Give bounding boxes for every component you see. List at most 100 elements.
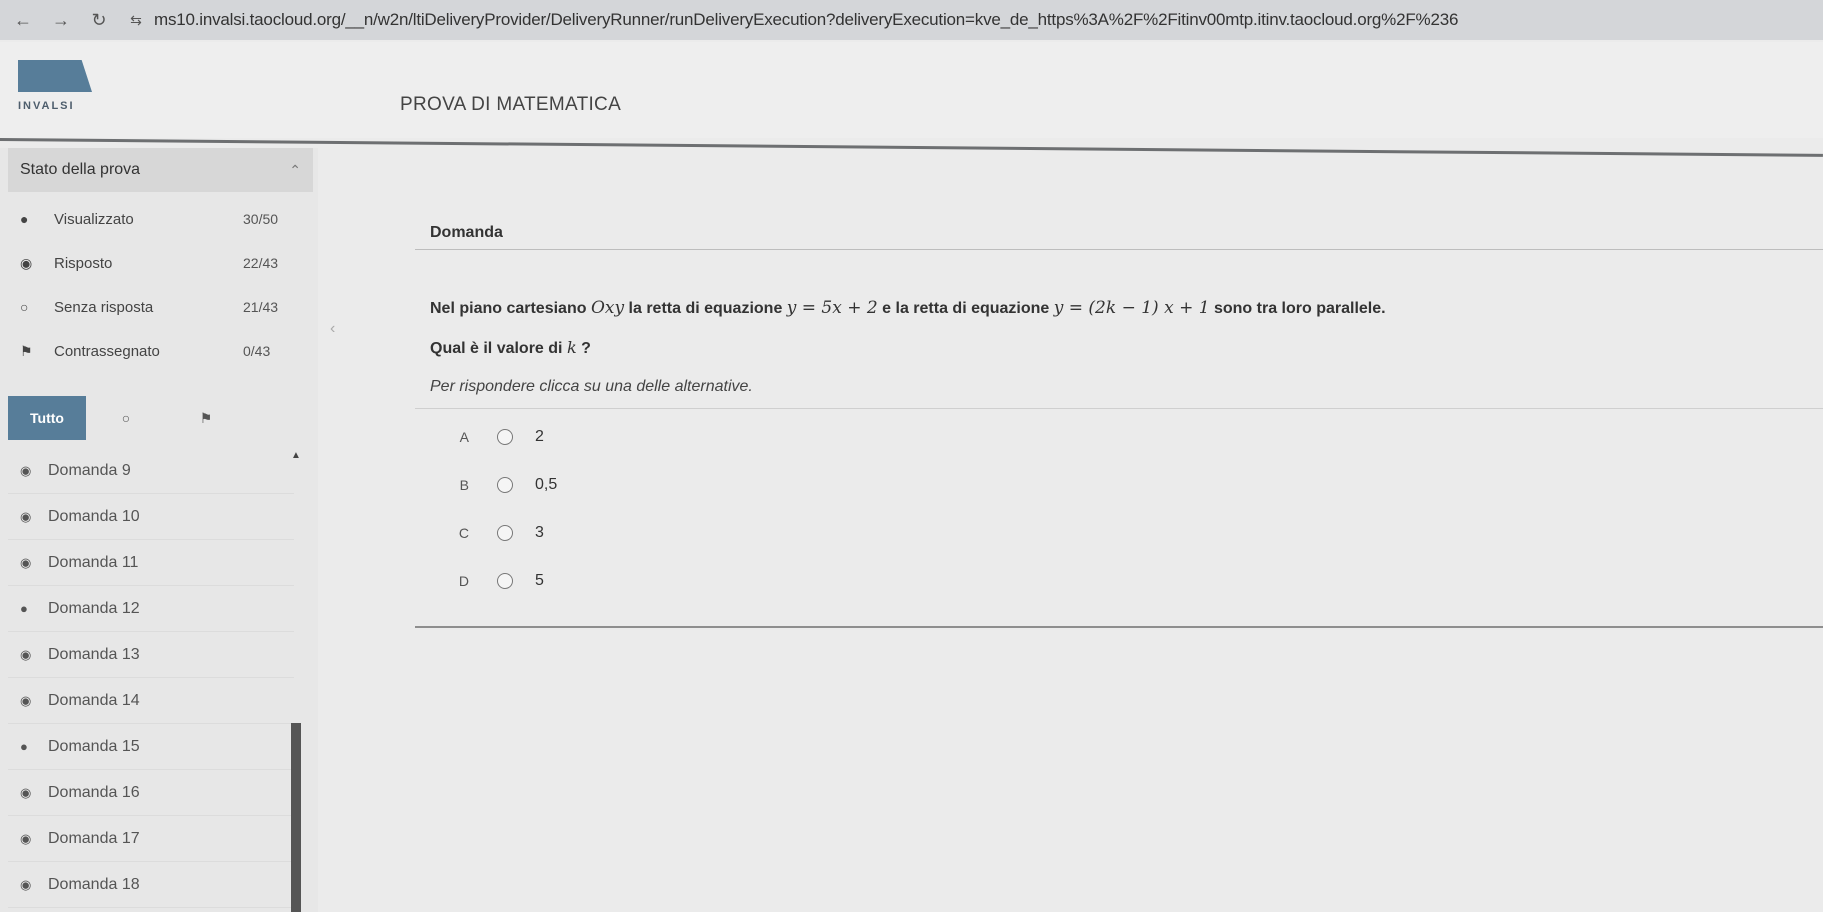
text-segment: Qual è il valore di: [430, 340, 567, 357]
status-label: Contrassegnato: [54, 342, 160, 360]
status-flagged: ⚑ Contrassegnato 0/43: [8, 330, 313, 372]
option-letter: C: [458, 525, 469, 541]
question-text: Nel piano cartesiano Oxy la retta di equ…: [430, 298, 1386, 318]
filled-dot-icon: ●: [20, 211, 29, 227]
forward-arrow-icon[interactable]: →: [42, 0, 80, 40]
answered-icon: ◉: [20, 692, 32, 708]
option-value: 2: [535, 428, 544, 445]
address-bar[interactable]: ms10.invalsi.taocloud.org/__n/w2n/ltiDel…: [154, 10, 1823, 30]
question-label: Domanda 12: [48, 599, 140, 617]
question-label: Domanda 9: [48, 461, 131, 479]
question-label: Domanda 18: [48, 875, 140, 893]
status-count: 22/43: [243, 255, 279, 271]
question-prompt: Qual è il valore di k ?: [430, 338, 591, 358]
status-count: 0/43: [243, 343, 271, 359]
filter-flagged-button[interactable]: ⚑: [166, 396, 246, 440]
page-title: PROVA DI MATEMATICA: [400, 94, 622, 115]
status-label: Senza risposta: [54, 298, 154, 316]
status-label: Visualizzato: [54, 210, 134, 228]
math-equation-1: y = 5x + 2: [786, 298, 878, 318]
chevron-up-icon[interactable]: ⌃: [289, 162, 301, 179]
status-panel-header[interactable]: Stato della prova ⌃: [8, 148, 313, 192]
answer-option-b[interactable]: B 0,5: [415, 463, 1823, 507]
invalsi-logo: [18, 60, 92, 92]
question-item-10[interactable]: ◉ Domanda 10: [8, 494, 294, 540]
collapse-sidebar-icon[interactable]: ‹: [330, 320, 335, 338]
answered-icon: ◉: [20, 646, 32, 662]
answered-icon: ◉: [20, 254, 33, 271]
question-label: Domanda 13: [48, 645, 140, 663]
math-axes: Oxy: [590, 298, 625, 318]
filter-all-button[interactable]: Tutto: [8, 396, 86, 440]
question-item-15[interactable]: ● Domanda 15: [8, 724, 294, 770]
option-letter: B: [459, 477, 469, 493]
text-segment: ?: [576, 340, 591, 357]
radio-button[interactable]: [497, 573, 513, 589]
answered-icon: ◉: [20, 554, 32, 570]
filled-dot-icon: ●: [20, 601, 28, 616]
option-letter: A: [459, 429, 469, 445]
question-heading: Domanda: [430, 224, 503, 241]
answer-options: A 2 B 0,5 C 3 D 5: [415, 408, 1823, 628]
site-settings-icon[interactable]: ⇆: [118, 12, 154, 29]
flag-icon: ⚑: [20, 342, 33, 359]
question-item-17[interactable]: ◉ Domanda 17: [8, 816, 294, 862]
text-segment: e la retta di equazione: [877, 300, 1054, 317]
status-panel-title: Stato della prova: [20, 161, 141, 178]
question-item-18[interactable]: ◉ Domanda 18: [8, 862, 294, 908]
status-count: 30/50: [243, 211, 279, 227]
answered-icon: ◉: [20, 830, 32, 846]
math-equation-2: y = (2k − 1) x + 1: [1053, 298, 1210, 318]
empty-circle-icon: ○: [121, 410, 131, 426]
math-variable: k: [566, 338, 577, 357]
answered-icon: ◉: [20, 784, 32, 800]
text-segment: Nel piano cartesiano: [430, 300, 591, 317]
test-sidebar: Stato della prova ⌃ ● Visualizzato 30/50…: [0, 148, 318, 912]
answer-option-a[interactable]: A 2: [415, 415, 1823, 459]
empty-circle-icon: ○: [20, 299, 29, 315]
filter-unanswered-button[interactable]: ○: [86, 396, 166, 440]
answer-option-c[interactable]: C 3: [415, 511, 1823, 555]
status-answered: ◉ Risposto 22/43: [8, 242, 313, 284]
question-label: Domanda 16: [48, 783, 140, 801]
option-value: 0,5: [535, 476, 558, 493]
option-letter: D: [458, 573, 469, 589]
status-count: 21/43: [243, 299, 279, 315]
status-unanswered: ○ Senza risposta 21/43: [8, 286, 313, 328]
filter-tabs: Tutto ○ ⚑: [8, 396, 313, 440]
question-label: Domanda 15: [48, 737, 140, 755]
status-viewed: ● Visualizzato 30/50: [8, 198, 313, 240]
radio-button[interactable]: [497, 429, 513, 445]
question-item-11[interactable]: ◉ Domanda 11: [8, 540, 294, 586]
question-item-16[interactable]: ◉ Domanda 16: [8, 770, 294, 816]
answered-icon: ◉: [20, 508, 32, 524]
answer-instruction: Per rispondere clicca su una delle alter…: [430, 378, 753, 395]
option-value: 3: [535, 524, 544, 541]
answer-option-d[interactable]: D 5: [415, 559, 1823, 603]
status-label: Risposto: [54, 254, 113, 272]
radio-button[interactable]: [497, 525, 513, 541]
question-label: Domanda 10: [48, 507, 140, 525]
filled-dot-icon: ●: [20, 739, 28, 754]
answered-icon: ◉: [20, 876, 32, 892]
question-item-13[interactable]: ◉ Domanda 13: [8, 632, 294, 678]
reload-icon[interactable]: ↻: [80, 0, 118, 40]
app-header: INVALSI PROVA DI MATEMATICA: [0, 42, 1823, 138]
question-list: ◉ Domanda 9 ◉ Domanda 10 ◉ Domanda 11 ● Doma…: [8, 448, 294, 908]
radio-button[interactable]: [497, 477, 513, 493]
sidebar-scrollbar[interactable]: [291, 723, 301, 912]
logo-text: INVALSI: [18, 100, 75, 112]
scroll-up-icon[interactable]: ▲: [291, 450, 301, 461]
back-arrow-icon[interactable]: ←: [4, 0, 42, 40]
question-item-12[interactable]: ● Domanda 12: [8, 586, 294, 632]
text-segment: la retta di equazione: [624, 300, 787, 317]
answered-icon: ◉: [20, 462, 32, 478]
question-item-14[interactable]: ◉ Domanda 14: [8, 678, 294, 724]
question-item-9[interactable]: ◉ Domanda 9: [8, 448, 294, 494]
text-segment: sono tra loro parallele.: [1209, 300, 1386, 317]
question-label: Domanda 14: [48, 691, 140, 709]
question-label: Domanda 17: [48, 829, 140, 847]
flag-icon: ⚑: [199, 409, 213, 426]
question-label: Domanda 11: [48, 553, 139, 571]
option-value: 5: [535, 572, 544, 589]
